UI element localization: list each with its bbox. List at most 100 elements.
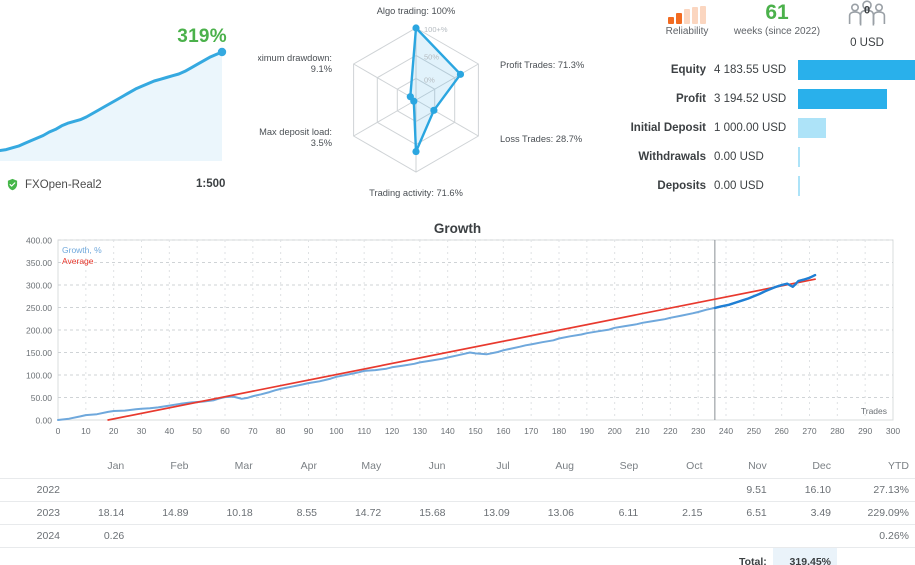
month-return-cell: 15.68	[387, 502, 451, 525]
month-return-cell: 6.11	[580, 502, 644, 525]
weeks-caption: weeks (since 2022)	[722, 26, 832, 37]
reliability-caption: Reliability	[652, 26, 722, 37]
month-return-cell	[259, 525, 323, 548]
equity-sparkline-panel[interactable]: 319% FXOpen-Real2 1:500	[0, 0, 255, 210]
y-axis-tick: 300.00	[26, 281, 52, 291]
table-col-month: Apr	[259, 455, 323, 479]
account-stats-panel: Reliability 61 weeks (since 2022)	[622, 0, 915, 210]
table-body: 20229.5116.1027.13%202318.1414.8910.188.…	[0, 479, 915, 565]
month-return-cell: 8.55	[259, 502, 323, 525]
radar-axis-label: Algo trading: 100%	[377, 6, 456, 16]
x-axis-caption: Trades	[861, 406, 887, 416]
table-col-ytd: YTD	[837, 455, 915, 479]
x-axis-tick: 200	[608, 426, 622, 436]
month-return-cell: 18.14	[66, 502, 130, 525]
radar-axis-label: Profit Trades: 71.3%	[500, 60, 584, 70]
subscribers-people-icon: 0	[845, 0, 889, 30]
reliability-bar	[700, 6, 706, 24]
account-summary-page: 319% FXOpen-Real2 1:500 100+%50%0%Algo t…	[0, 0, 915, 565]
month-return-cell	[259, 479, 323, 502]
month-return-cell	[516, 479, 580, 502]
table-row: 20240.260.26%	[0, 525, 915, 548]
y-axis-tick: 250.00	[26, 303, 52, 313]
month-return-cell: 13.09	[452, 502, 516, 525]
x-axis-tick: 190	[580, 426, 594, 436]
x-axis-tick: 170	[524, 426, 538, 436]
table-col-month: May	[323, 455, 387, 479]
metric-bar	[798, 60, 915, 80]
x-axis-tick: 230	[691, 426, 705, 436]
ytd-cell: 229.09%	[837, 502, 915, 525]
broker-name-label: FXOpen-Real2	[25, 179, 102, 191]
x-axis-tick: 20	[109, 426, 119, 436]
x-axis-tick: 90	[304, 426, 314, 436]
x-axis-tick: 180	[552, 426, 566, 436]
month-return-cell: 16.10	[773, 479, 837, 502]
reliability-bars-icon	[652, 6, 722, 24]
month-return-cell: 13.06	[516, 502, 580, 525]
metric-bar	[798, 118, 826, 138]
month-return-cell	[323, 479, 387, 502]
metric-label: Initial Deposit	[622, 122, 714, 134]
month-return-cell: 14.72	[323, 502, 387, 525]
metric-bar-track	[798, 147, 915, 167]
monthly-returns-table-wrap: JanFebMarAprMayJunJulAugSepOctNovDecYTD …	[0, 455, 915, 565]
radar-axis-label: Max deposit load:3.5%	[259, 127, 332, 148]
x-axis-tick: 0	[56, 426, 61, 436]
verified-shield-icon	[6, 178, 19, 191]
radar-axis-label: Trading activity: 71.6%	[369, 188, 463, 198]
month-return-cell	[195, 479, 259, 502]
reliability-bar	[692, 7, 698, 24]
metric-bar	[798, 176, 800, 196]
month-return-cell	[709, 525, 773, 548]
metrics-list: Equity4 183.55 USDProfit3 194.52 USDInit…	[622, 55, 915, 200]
x-axis-tick: 80	[276, 426, 286, 436]
row-year: 2022	[0, 479, 66, 502]
x-axis-tick: 120	[385, 426, 399, 436]
metric-value: 4 183.55 USD	[714, 64, 798, 76]
x-axis-tick: 280	[830, 426, 844, 436]
month-return-cell: 14.89	[130, 502, 194, 525]
row-year: 2024	[0, 525, 66, 548]
leverage-label: 1:500	[196, 178, 225, 190]
table-head: JanFebMarAprMayJunJulAugSepOctNovDecYTD	[0, 455, 915, 479]
metric-label: Equity	[622, 64, 714, 76]
radar-chart-panel: 100+%50%0%Algo trading: 100%Profit Trade…	[258, 0, 618, 210]
metric-bar-track	[798, 176, 915, 196]
y-axis-tick: 100.00	[26, 371, 52, 381]
x-axis-tick: 140	[441, 426, 455, 436]
metric-label: Withdrawals	[622, 151, 714, 163]
month-return-cell: 6.51	[709, 502, 773, 525]
y-axis-tick: 50.00	[31, 393, 53, 403]
metric-value: 0.00 USD	[714, 151, 798, 163]
month-return-cell	[644, 479, 708, 502]
reliability-bar	[676, 13, 682, 24]
x-axis-tick: 160	[496, 426, 510, 436]
x-axis-tick: 290	[858, 426, 872, 436]
metric-row: Initial Deposit1 000.00 USD	[622, 113, 915, 142]
top-summary-row: 319% FXOpen-Real2 1:500 100+%50%0%Algo t…	[0, 0, 915, 210]
metric-label: Deposits	[622, 180, 714, 192]
x-axis-tick: 100	[329, 426, 343, 436]
table-row: 202318.1414.8910.188.5514.7215.6813.0913…	[0, 502, 915, 525]
growth-line-chart[interactable]: 0.0050.00100.00150.00200.00250.00300.003…	[0, 236, 915, 451]
svg-text:50%: 50%	[424, 52, 439, 61]
y-axis-tick: 200.00	[26, 326, 52, 336]
x-axis-tick: 300	[886, 426, 900, 436]
table-header-row: JanFebMarAprMayJunJulAugSepOctNovDecYTD	[0, 455, 915, 479]
month-return-cell: 3.49	[773, 502, 837, 525]
month-return-cell	[580, 479, 644, 502]
x-axis-tick: 110	[357, 426, 371, 436]
metric-value: 0.00 USD	[714, 180, 798, 192]
growth-chart-title: Growth	[0, 221, 915, 236]
metric-row: Withdrawals0.00 USD	[622, 142, 915, 171]
x-axis-tick: 150	[468, 426, 482, 436]
growth-chart-wrap[interactable]: 0.0050.00100.00150.00200.00250.00300.003…	[0, 236, 915, 451]
monthly-returns-table: JanFebMarAprMayJunJulAugSepOctNovDecYTD …	[0, 455, 915, 565]
month-return-cell	[323, 525, 387, 548]
x-axis-tick: 50	[192, 426, 202, 436]
table-row: 20229.5116.1027.13%	[0, 479, 915, 502]
chart-legend-entry: Growth, %	[62, 245, 102, 255]
month-return-cell	[516, 525, 580, 548]
month-return-cell: 2.15	[644, 502, 708, 525]
